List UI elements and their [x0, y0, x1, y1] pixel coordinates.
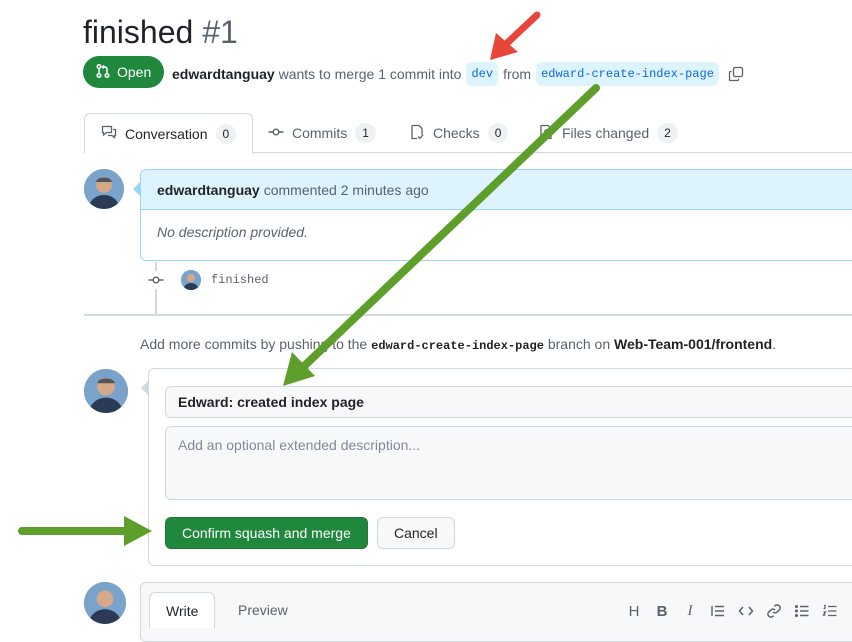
avatar[interactable] [84, 369, 128, 413]
tab-files-changed-label: Files changed [562, 125, 650, 141]
pr-number: #1 [202, 14, 238, 50]
commit-icon [147, 271, 165, 289]
open-status-badge: Open [83, 56, 165, 88]
avatar[interactable] [84, 582, 126, 624]
red-arrow-icon [490, 11, 541, 60]
heading-icon[interactable]: H [620, 600, 648, 622]
copy-icon[interactable] [728, 66, 744, 82]
base-branch-label[interactable]: dev [466, 62, 499, 86]
from-text: from [503, 66, 532, 82]
merge-text: wants to merge 1 commit into [278, 66, 462, 82]
timeline-separator [84, 314, 852, 316]
commit-title-input[interactable]: Edward: created index page [165, 386, 852, 418]
tab-files-changed-count: 2 [657, 123, 678, 143]
tab-preview[interactable]: Preview [222, 592, 304, 628]
commit-author-avatar[interactable] [181, 270, 201, 290]
tab-commits-label: Commits [292, 125, 348, 141]
numbered-list-icon[interactable] [816, 600, 844, 622]
pr-title: finished #1 [83, 10, 238, 54]
tab-checks[interactable]: Checks 0 [409, 113, 509, 153]
tab-commits[interactable]: Commits 1 [268, 113, 376, 153]
tab-checks-label: Checks [433, 125, 480, 141]
tab-commits-count: 1 [355, 123, 376, 143]
commit-message-link[interactable]: finished [211, 273, 269, 287]
comment-box: edwardtanguay commented 2 minutes ago No… [140, 169, 852, 261]
bulleted-list-icon[interactable] [788, 600, 816, 622]
link-icon[interactable] [760, 600, 788, 622]
checklist-icon [409, 124, 425, 143]
editor-toolbar: H B I [620, 600, 844, 622]
pr-meta: edwardtanguay wants to merge 1 commit in… [172, 62, 744, 86]
head-branch-label[interactable]: edward-create-index-page [536, 62, 719, 86]
push-info-prefix: Add more commits by pushing to the [140, 336, 368, 352]
open-status-label: Open [117, 64, 152, 80]
tab-checks-count: 0 [487, 123, 509, 143]
file-diff-icon [538, 124, 554, 143]
comment-header: edwardtanguay commented 2 minutes ago [141, 170, 852, 210]
cancel-button[interactable]: Cancel [377, 517, 455, 549]
conversation-icon [101, 124, 117, 143]
tab-conversation-count: 0 [215, 123, 237, 144]
push-info-middle: branch on [547, 336, 611, 352]
timeline-commit: finished [147, 270, 269, 290]
tab-conversation[interactable]: Conversation 0 [84, 113, 254, 154]
pr-author-link[interactable]: edwardtanguay [172, 64, 275, 84]
push-info: Add more commits by pushing to the edwar… [140, 334, 776, 356]
git-pull-request-icon [95, 63, 111, 82]
commit-description-textarea[interactable]: Add an optional extended description... [165, 426, 852, 500]
tab-write[interactable]: Write [149, 592, 216, 628]
push-info-repo[interactable]: Web-Team-001/frontend [614, 336, 772, 352]
comment-timestamp: commented 2 minutes ago [263, 181, 429, 198]
avatar[interactable] [84, 169, 124, 209]
confirm-squash-merge-button[interactable]: Confirm squash and merge [165, 517, 368, 549]
pr-title-text: finished [83, 14, 194, 50]
push-info-suffix: . [772, 336, 777, 352]
tab-conversation-label: Conversation [125, 125, 208, 142]
code-icon[interactable] [732, 600, 760, 622]
comment-author-link[interactable]: edwardtanguay [157, 182, 260, 198]
quote-icon[interactable] [704, 600, 732, 622]
comment-body: No description provided. [157, 224, 308, 240]
italic-icon[interactable]: I [676, 600, 704, 622]
commit-icon [268, 124, 284, 143]
bold-icon[interactable]: B [648, 600, 676, 622]
push-info-branch: edward-create-index-page [371, 339, 544, 353]
tab-files-changed[interactable]: Files changed 2 [538, 113, 678, 153]
green-arrow-icon [18, 516, 152, 546]
